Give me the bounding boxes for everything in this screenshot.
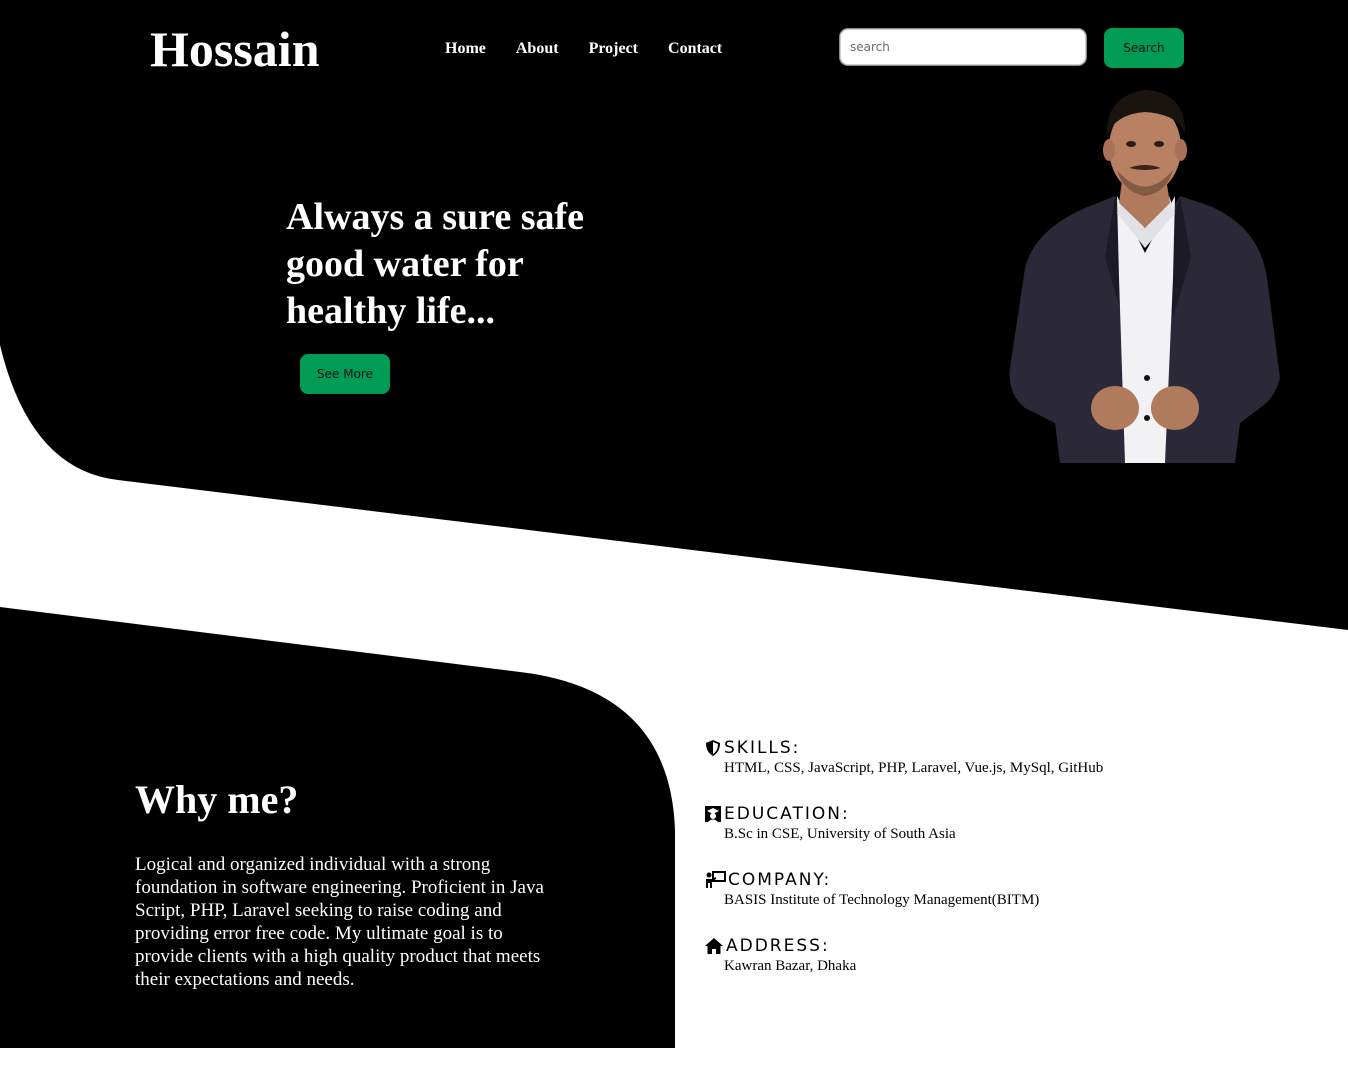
shield-icon [706,740,720,756]
site-logo[interactable]: Hossain [150,20,320,78]
why-me-title: Why me? [135,777,299,822]
address-value: Kawran Bazar, Dhaka [724,958,857,974]
home-icon [705,938,723,954]
main-nav: Home About Project Contact [445,39,752,59]
nav-home[interactable]: Home [445,39,486,59]
see-more-button[interactable]: See More [300,354,390,394]
page: Hossain Home About Project Contact Searc… [0,0,1348,1071]
company-label: COMPANY: [728,870,832,890]
graduate-icon [705,806,721,822]
search-button[interactable]: Search [1104,28,1184,68]
info-company: COMPANY: BASIS Institute of Technology M… [704,869,1039,909]
nav-contact[interactable]: Contact [668,39,722,59]
info-skills: SKILLS: HTML, CSS, JavaScript, PHP, Lara… [704,737,1103,777]
education-label: EDUCATION: [724,804,850,824]
skills-label: SKILLS: [724,738,801,758]
nav-about[interactable]: About [516,39,559,59]
hero-title: Always a sure safe good water for health… [286,196,585,332]
education-value: B.Sc in CSE, University of South Asia [724,826,956,842]
address-label: ADDRESS: [726,936,830,956]
presenter-icon [706,871,726,888]
nav-project[interactable]: Project [589,39,638,59]
search-input[interactable] [839,28,1087,66]
info-address: ADDRESS: Kawran Bazar, Dhaka [704,935,856,975]
company-value: BASIS Institute of Technology Management… [724,892,1040,908]
profile-photo [1009,90,1280,463]
why-me-description: Logical and organized individual with a … [135,854,544,990]
skills-value: HTML, CSS, JavaScript, PHP, Laravel, Vue… [724,760,1104,776]
info-education: EDUCATION: B.Sc in CSE, University of So… [704,803,956,843]
